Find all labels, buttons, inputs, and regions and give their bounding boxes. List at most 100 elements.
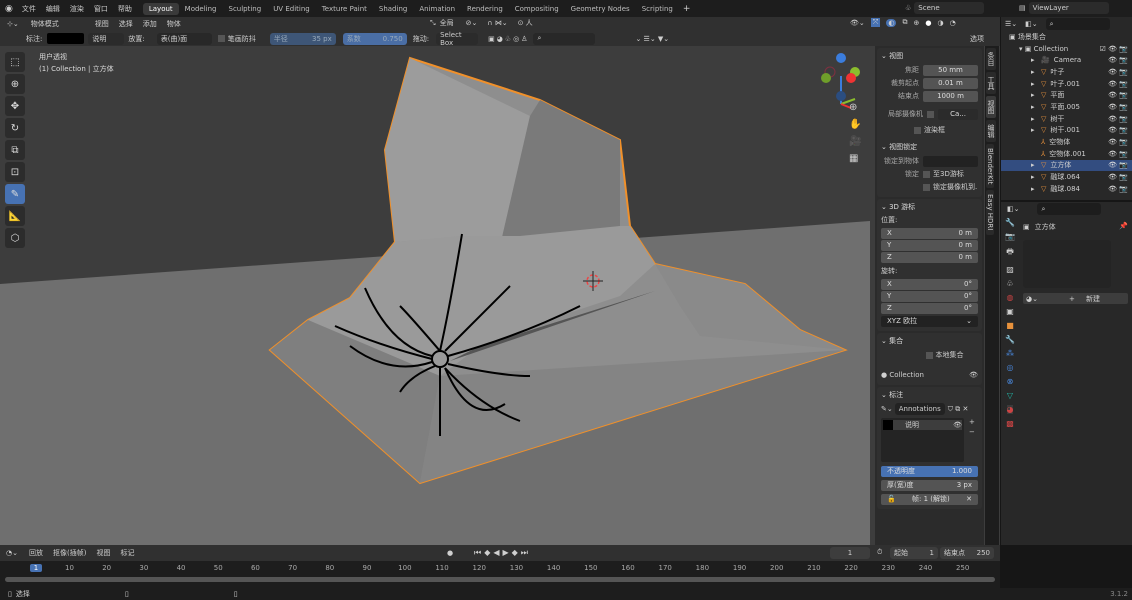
tab-view[interactable]: 视图 [986,96,996,118]
outliner-display-icon[interactable]: ☰⌄ [1005,20,1017,28]
menu-timeline-view[interactable]: 视图 [96,548,110,558]
outliner-item[interactable]: ▸ 🎥 Camera 👁 📷 [1001,54,1132,66]
lock-object-field[interactable] [923,155,978,167]
outliner-item[interactable]: ▸ ▽ 树干.001 👁 📷 [1001,125,1132,137]
filter-icon[interactable]: ⌄ ☰⌄ ▼⌄ [635,35,669,43]
tab-edit[interactable]: 编辑 [986,120,996,142]
view-layer-icon[interactable]: ▤ [1019,4,1026,12]
expand-icon[interactable]: ▸ [1031,56,1041,64]
tab-animation[interactable]: Animation [413,3,461,15]
visibility-toggles[interactable]: 👁 📷 [1108,91,1128,99]
clip-start-field[interactable]: 0.01 m [923,77,978,89]
expand-icon[interactable]: ▸ [1031,126,1041,134]
visibility-toggles[interactable]: 👁 📷 [1108,68,1128,76]
tab-layout[interactable]: Layout [142,2,179,15]
snap-icon[interactable]: ∩ ⋈⌄ [487,19,507,27]
visibility-icon[interactable]: 👁⌄ [850,19,865,27]
outliner-item[interactable]: ▸ ▽ 平面 👁 📷 [1001,89,1132,101]
transform-tool-icon[interactable]: ⊡ [5,162,25,182]
layer-name[interactable]: 说明 [905,420,953,430]
menu-playback[interactable]: 回放 [29,548,43,558]
cursor-loc-y[interactable]: Y 0 m [881,240,978,251]
annotation-color-swatch[interactable] [47,33,85,44]
scene-tab-icon[interactable]: ♧ [1006,279,1013,288]
expand-icon[interactable]: ▸ [1031,173,1041,181]
cursor-rot-z[interactable]: Z 0° [881,303,978,314]
visibility-toggles[interactable]: 👁 📷 [1108,185,1128,193]
cursor-loc-x[interactable]: X 0 m [881,228,978,239]
menu-select[interactable]: 选择 [119,19,133,29]
rotation-mode-select[interactable]: XYZ 欧拉 ⌄ [881,316,978,327]
expand-icon[interactable]: ▸ [1031,91,1041,99]
rotate-tool-icon[interactable]: ↻ [5,118,25,138]
options-button[interactable]: 选项 [970,34,984,44]
navigation-gizmo[interactable] [821,53,860,109]
physics-tab-icon[interactable]: ◎ [1007,363,1014,372]
expand-icon[interactable]: ▸ [1031,68,1041,76]
collection-name[interactable]: Collection [889,371,924,379]
stabilize-checkbox[interactable] [217,35,225,42]
tab-blenderkit[interactable]: BlenderKit [986,144,994,189]
outliner-item[interactable]: ▸ ▽ 立方体 👁 📷 [1001,159,1132,172]
view-lock-header[interactable]: ⌄ 视图锁定 [881,142,978,152]
collection-toggles[interactable]: ☑ 👁 📷 [1100,45,1128,53]
add-workspace-icon[interactable]: + [683,4,691,14]
menu-object[interactable]: 物体 [167,19,181,29]
view-layer-field[interactable]: ViewLayer [1028,2,1109,14]
camera-view-icon[interactable]: 🎥 [849,136,861,147]
perspective-grid-icon[interactable]: ▦ [849,153,861,164]
layer-color-swatch[interactable] [883,420,893,430]
tab-item[interactable]: 条目 [986,48,996,70]
unlock-icon[interactable]: 🔓 [887,494,896,505]
expand-icon[interactable]: ▸ [1031,80,1041,88]
outliner-filter-icon[interactable]: ◧⌄ [1025,20,1037,28]
pin-icon[interactable]: 📌 [1119,222,1128,230]
end-frame-field[interactable]: 结束点 250 [940,547,994,559]
lock-camera-checkbox[interactable] [923,183,930,191]
menu-help[interactable]: 帮助 [118,4,132,14]
visibility-toggles[interactable]: 👁 📷 [1108,138,1128,146]
tab-sculpting[interactable]: Sculpting [223,3,268,15]
gizmo-toggle-icon[interactable]: ⤧ [870,18,881,27]
annotation-datablock-icon[interactable]: ✎⌄ [881,405,893,413]
visibility-toggles[interactable]: 👁 📷 [1108,56,1128,64]
outliner-item[interactable]: ▸ ▽ 叶子.001 👁 📷 [1001,78,1132,90]
visibility-toggles[interactable]: 👁 📷 [1108,115,1128,123]
properties-editor-icon[interactable]: ◧⌄ [1007,205,1019,213]
overlay-toggle-icon[interactable]: ◐ [886,18,897,27]
view-layer-tab-icon[interactable]: ▨ [1006,265,1014,274]
playhead[interactable]: 1 [30,564,42,572]
shading-solid-icon[interactable]: ● [925,19,931,27]
annotation-panel-header[interactable]: ⌄ 标注 [881,390,978,400]
cursor-rot-y[interactable]: Y 0° [881,291,978,302]
visibility-toggles[interactable]: 👁 📷 [1108,103,1128,111]
orientation-select[interactable]: 全局 [440,18,454,28]
world-tab-icon[interactable]: ◍ [1007,293,1014,302]
tab-rendering[interactable]: Rendering [461,3,509,15]
eye-icon[interactable]: 👁 [969,371,978,379]
material-slot-list[interactable] [1023,240,1111,288]
move-tool-icon[interactable]: ✥ [5,96,25,116]
outliner-item[interactable]: ▸ ▽ 融球.084 👁 📷 [1001,183,1132,195]
current-frame-field[interactable]: 1 [830,547,870,559]
cursor-rot-x[interactable]: X 0° [881,279,978,290]
texture-tab-icon[interactable]: ▩ [1006,419,1014,428]
3d-viewport[interactable]: 用户透视 (1) Collection | 立方体 ⊕ ✋ 🎥 ▦ [0,46,1000,545]
select-box-tool-icon[interactable]: ⬚ [5,52,25,72]
menu-window[interactable]: 窗口 [94,4,108,14]
shading-rendered-icon[interactable]: ◔ [950,19,956,27]
add-layer-button[interactable]: + [969,418,975,426]
visibility-toggles[interactable]: 👁 📷 [1108,80,1128,88]
material-tab-icon[interactable]: ◕ [1006,405,1014,414]
expand-icon[interactable]: ▸ [1031,185,1041,193]
visibility-toggles[interactable]: 👁 📷 [1108,173,1128,181]
menu-add[interactable]: 添加 [143,19,157,29]
timeline-editor-icon[interactable]: ◔⌄ [6,549,18,557]
visibility-toggles[interactable]: 👁 📷 [1108,161,1128,169]
cursor-tool-icon[interactable]: ⊕ [5,74,25,94]
visibility-toggles[interactable]: 👁 📷 [1108,150,1128,158]
menu-file[interactable]: 文件 [22,4,36,14]
stopwatch-icon[interactable]: ⏱ [877,548,882,557]
tab-texture-paint[interactable]: Texture Paint [316,3,373,15]
collection-panel-header[interactable]: ⌄ 集合 [881,336,978,346]
